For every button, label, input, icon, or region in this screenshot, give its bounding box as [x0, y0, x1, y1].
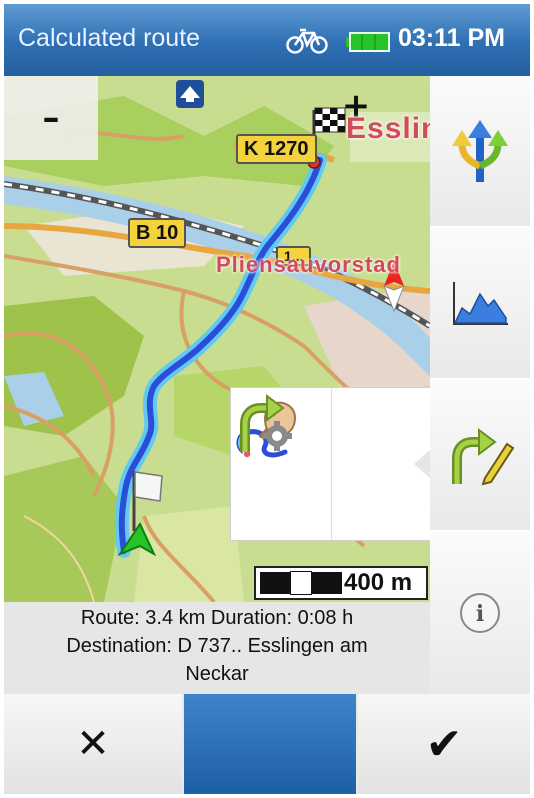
- side-panel: i: [430, 76, 530, 694]
- info-icon: i: [460, 593, 500, 633]
- device-screen: Calculated route 03:11 PM – + K 1270 B 1…: [4, 4, 530, 794]
- edit-route-icon: [452, 428, 515, 486]
- map-scale-bar: 400 m: [254, 566, 428, 600]
- edit-route-button[interactable]: [430, 380, 530, 532]
- screen-title: Calculated route: [18, 24, 201, 52]
- road-label-k1270: K 1270: [236, 134, 317, 164]
- poi-icon: [176, 80, 204, 108]
- status-bar: Calculated route 03:11 PM: [4, 4, 530, 76]
- close-icon: ✕: [76, 721, 110, 767]
- middle-action-button[interactable]: [184, 694, 356, 794]
- checkmark-icon: ✔: [425, 718, 463, 770]
- place-label-esslingen: Essling: [346, 112, 430, 145]
- battery-full-icon: [346, 32, 390, 52]
- road-label-b10: B 10: [128, 218, 187, 248]
- map-view[interactable]: – + K 1270 B 10 1... Essling Pliensauvor…: [4, 76, 430, 602]
- elevation-profile-button[interactable]: [430, 228, 530, 380]
- bottom-bar: ✕ ✔: [4, 694, 530, 794]
- place-label-pliensauvorstadt: Pliensauvorstad: [216, 252, 401, 277]
- destination-line: Destination: D 737.. Esslingen am: [66, 635, 368, 657]
- clock: 03:11 PM: [398, 24, 506, 52]
- info-glyph: i: [476, 601, 484, 627]
- scale-label: 400 m: [344, 569, 413, 596]
- route-info-panel: Route: 3.4 km Duration: 0:08 h Destinati…: [4, 602, 430, 696]
- route-edit-popup: [230, 387, 430, 541]
- zoom-out-button[interactable]: –: [4, 76, 98, 160]
- popup-pointer: [414, 450, 430, 478]
- confirm-button[interactable]: ✔: [358, 694, 530, 794]
- scale-segment-dark-2: [312, 572, 342, 594]
- destination-line-continued: Neckar: [185, 663, 249, 685]
- bicycle-icon: [286, 28, 328, 54]
- scale-segment-light: [290, 571, 312, 595]
- route-summary-line: Route: 3.4 km Duration: 0:08 h: [80, 607, 354, 629]
- elevation-profile-icon: [453, 282, 508, 325]
- route-settings-icon: [240, 394, 292, 452]
- scale-segment-dark: [260, 572, 290, 594]
- route-alternatives-icon: [452, 120, 508, 182]
- route-alternatives-button[interactable]: [430, 76, 530, 228]
- cancel-button[interactable]: ✕: [4, 694, 182, 794]
- info-button[interactable]: i: [430, 532, 530, 694]
